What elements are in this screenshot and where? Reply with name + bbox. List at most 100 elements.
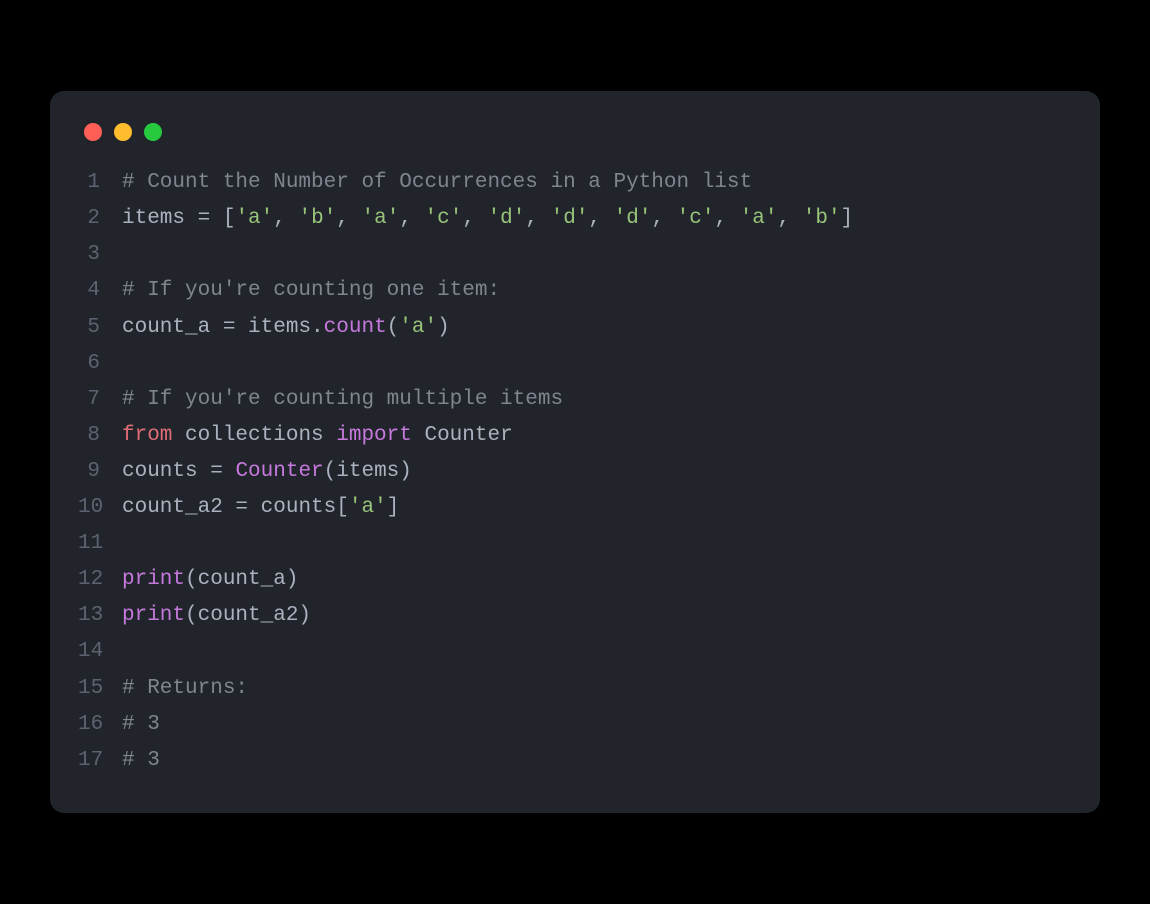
line-number: 7 [78,382,122,418]
code-line: 16# 3 [78,707,1072,743]
token: ] [841,207,854,230]
token: , [778,207,803,230]
line-number: 1 [78,165,122,201]
token: print [122,604,185,627]
token: (count_a2) [185,604,311,627]
token: 'b' [298,207,336,230]
token: ( [387,316,400,339]
code-line: 11 [78,526,1072,562]
token: 'a' [349,496,387,519]
token: 'a' [362,207,400,230]
token: 'b' [803,207,841,230]
token: 'c' [677,207,715,230]
token: 'd' [614,207,652,230]
token: , [273,207,298,230]
token: , [399,207,424,230]
token: # Returns: [122,677,248,700]
code-line: 4# If you're counting one item: [78,273,1072,309]
line-source: # Returns: [122,671,1072,707]
line-source: counts = Counter(items) [122,454,1072,490]
zoom-icon[interactable] [144,123,162,141]
line-number: 9 [78,454,122,490]
token: 'c' [425,207,463,230]
code-line: 7# If you're counting multiple items [78,382,1072,418]
line-source: from collections import Counter [122,418,1072,454]
line-number: 14 [78,634,122,670]
line-number: 6 [78,346,122,382]
code-line: 8from collections import Counter [78,418,1072,454]
line-source: # Count the Number of Occurrences in a P… [122,165,1072,201]
line-source: # 3 [122,707,1072,743]
token: items. [235,316,323,339]
window-titlebar [78,119,1072,165]
token: [ [210,207,235,230]
line-source: items = ['a', 'b', 'a', 'c', 'd', 'd', '… [122,201,1072,237]
token: import [336,424,412,447]
token: counts [122,460,210,483]
token: # Count the Number of Occurrences in a P… [122,171,752,194]
line-source: count_a = items.count('a') [122,310,1072,346]
line-number: 16 [78,707,122,743]
token: collections [172,424,336,447]
line-source: # 3 [122,743,1072,779]
token: # 3 [122,713,160,736]
token: (items) [324,460,412,483]
token: count [324,316,387,339]
code-line: 3 [78,237,1072,273]
line-number: 3 [78,237,122,273]
token: , [462,207,487,230]
code-area: 1# Count the Number of Occurrences in a … [78,165,1072,779]
token: # If you're counting one item: [122,279,500,302]
minimize-icon[interactable] [114,123,132,141]
line-number: 10 [78,490,122,526]
code-line: 6 [78,346,1072,382]
token: = [198,207,211,230]
token: , [588,207,613,230]
token: 'd' [551,207,589,230]
line-source [122,346,1072,382]
token: = [223,316,236,339]
token: count_a [122,316,223,339]
token: Counter [235,460,323,483]
token [223,460,236,483]
code-line: 10count_a2 = counts['a'] [78,490,1072,526]
line-number: 11 [78,526,122,562]
line-number: 15 [78,671,122,707]
code-line: 14 [78,634,1072,670]
token: ) [437,316,450,339]
token: , [525,207,550,230]
code-line: 5count_a = items.count('a') [78,310,1072,346]
token: # If you're counting multiple items [122,388,563,411]
code-line: 2items = ['a', 'b', 'a', 'c', 'd', 'd', … [78,201,1072,237]
code-line: 17# 3 [78,743,1072,779]
token: = [210,460,223,483]
token: # 3 [122,749,160,772]
code-line: 13print(count_a2) [78,598,1072,634]
token: count_a2 [122,496,235,519]
token: 'd' [488,207,526,230]
token: Counter [412,424,513,447]
token: = [235,496,248,519]
line-number: 4 [78,273,122,309]
token: items [122,207,198,230]
line-number: 17 [78,743,122,779]
token: 'a' [740,207,778,230]
token: 'a' [235,207,273,230]
line-source: # If you're counting one item: [122,273,1072,309]
code-line: 15# Returns: [78,671,1072,707]
token: , [714,207,739,230]
line-source [122,634,1072,670]
line-source: count_a2 = counts['a'] [122,490,1072,526]
line-number: 2 [78,201,122,237]
line-source: print(count_a2) [122,598,1072,634]
token: from [122,424,172,447]
token: counts[ [248,496,349,519]
line-source [122,526,1072,562]
line-source: # If you're counting multiple items [122,382,1072,418]
code-line: 1# Count the Number of Occurrences in a … [78,165,1072,201]
token: , [651,207,676,230]
token: ] [387,496,400,519]
code-line: 9counts = Counter(items) [78,454,1072,490]
token: , [336,207,361,230]
close-icon[interactable] [84,123,102,141]
